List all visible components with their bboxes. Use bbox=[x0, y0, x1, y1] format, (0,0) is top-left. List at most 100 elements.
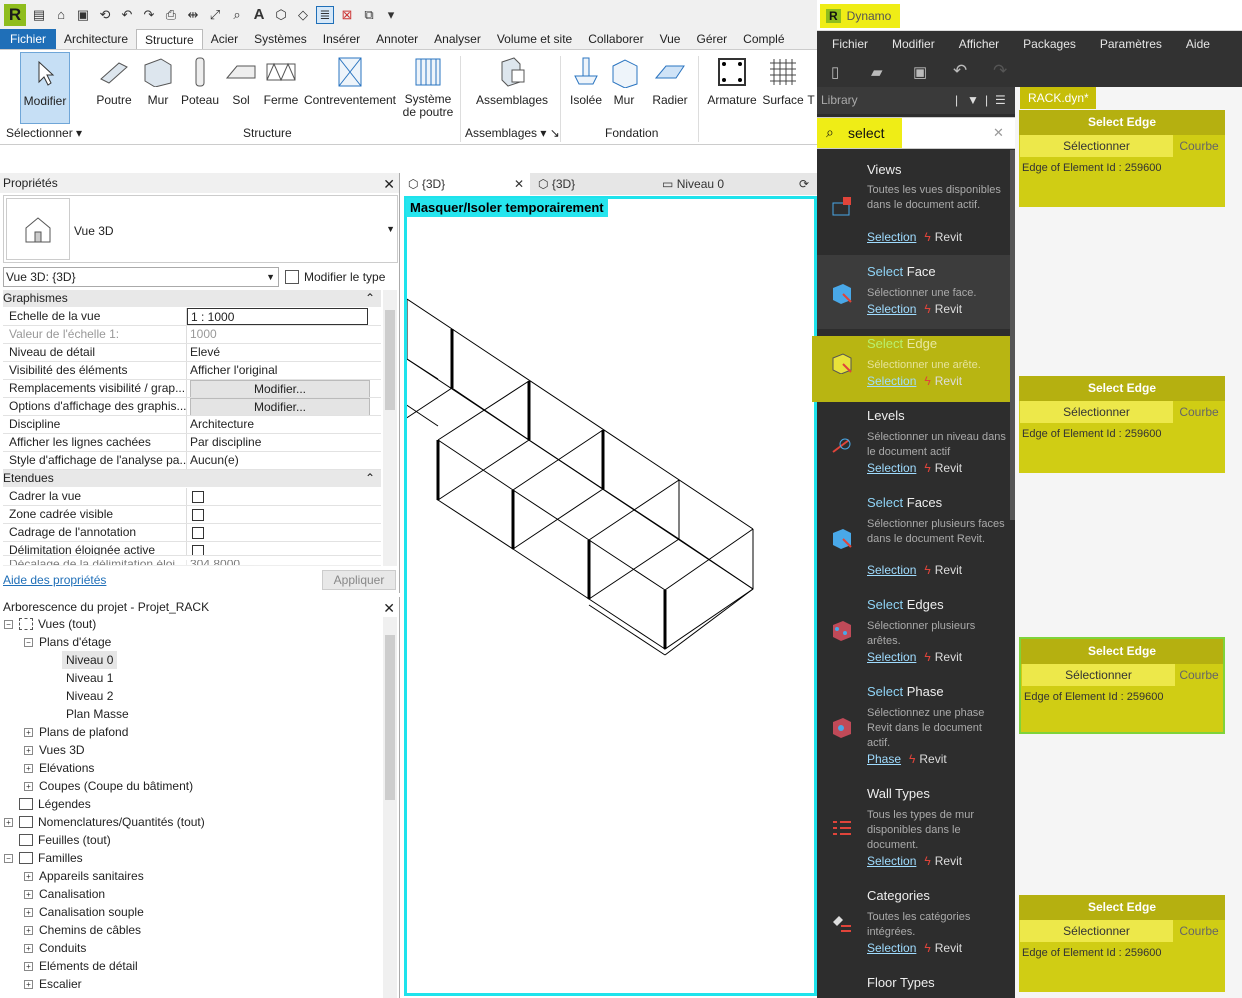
prop-cadrage-annotation[interactable]: Cadrage de l'annotation bbox=[3, 524, 381, 542]
tab-volume-site[interactable]: Volume et site bbox=[489, 29, 580, 49]
sol-button[interactable]: Sol bbox=[224, 52, 258, 107]
node-output-port[interactable]: Courbe bbox=[1175, 664, 1223, 686]
tree-legendes[interactable]: Légendes bbox=[19, 795, 91, 813]
thin-lines-icon[interactable]: ≣ bbox=[316, 5, 334, 24]
prop-echelle[interactable]: Echelle de la vue 1 : 1000 bbox=[3, 308, 381, 326]
tree-nomenclatures[interactable]: + Nomenclatures/Quantités (tout) bbox=[4, 813, 205, 831]
prop-visibilite[interactable]: Visibilité des éléments Afficher l'origin… bbox=[3, 362, 381, 380]
dynamo-menu-afficher[interactable]: Afficher bbox=[945, 37, 999, 51]
tab-vue[interactable]: Vue bbox=[652, 29, 689, 49]
tab-inserer[interactable]: Insérer bbox=[315, 29, 368, 49]
prop-cadrer-vue[interactable]: Cadrer la vue bbox=[3, 488, 381, 506]
category-etendues[interactable]: Etendues ⌃ bbox=[3, 470, 381, 487]
search-input[interactable]: select bbox=[848, 125, 885, 141]
tree-canalisation-souple[interactable]: + Canalisation souple bbox=[24, 903, 144, 921]
scrollbar[interactable] bbox=[383, 290, 397, 566]
node-output-port[interactable]: Courbe bbox=[1173, 920, 1225, 942]
mur-fondation-button[interactable]: Mur bbox=[608, 52, 640, 107]
scrollbar[interactable] bbox=[383, 617, 397, 998]
revit-logo-icon[interactable]: R bbox=[4, 3, 26, 26]
new-file-icon[interactable]: ▯ bbox=[831, 63, 839, 81]
select-edge-node-3[interactable]: Select Edge Sélectionner Courbe Edge of E… bbox=[1019, 637, 1225, 734]
surface-button[interactable]: Surface bbox=[762, 52, 804, 107]
apply-button[interactable]: Appliquer bbox=[322, 570, 396, 590]
modifier-button[interactable]: Modifier bbox=[20, 52, 70, 124]
isolee-button[interactable]: Isolée bbox=[568, 52, 604, 107]
print-icon[interactable]: ⎙ bbox=[162, 6, 180, 24]
tree-elevations[interactable]: + Elévations bbox=[24, 759, 94, 777]
redo-icon[interactable]: ↷ bbox=[993, 61, 1007, 81]
edit-type-button[interactable]: Modifier le type bbox=[285, 267, 385, 287]
prop-remplacements[interactable]: Remplacements visibilité / grap... Modifi… bbox=[3, 380, 381, 398]
tab-systemes[interactable]: Systèmes bbox=[246, 29, 315, 49]
checkbox[interactable] bbox=[192, 491, 204, 503]
menu-icon[interactable]: ▤ bbox=[30, 6, 48, 24]
tree-feuilles[interactable]: Feuilles (tout) bbox=[19, 831, 111, 849]
tab-architecture[interactable]: Architecture bbox=[56, 29, 136, 49]
tree-plan-masse[interactable]: Plan Masse bbox=[66, 705, 129, 723]
close-icon[interactable]: ✕ bbox=[383, 598, 395, 618]
assemblages-button[interactable]: Assemblages bbox=[476, 52, 548, 107]
view-tab-niveau-0[interactable]: ▭ Niveau 0 ⟳ bbox=[656, 173, 817, 195]
tree-vues-3d[interactable]: + Vues 3D bbox=[24, 741, 85, 759]
clear-search-icon[interactable]: ✕ bbox=[993, 125, 1004, 141]
tab-structure[interactable]: Structure bbox=[136, 29, 203, 49]
systeme-poutre-button[interactable]: Système de poutre bbox=[400, 52, 456, 119]
tree-appareils-sanitaires[interactable]: + Appareils sanitaires bbox=[24, 867, 144, 885]
prop-zone-cadree[interactable]: Zone cadrée visible bbox=[3, 506, 381, 524]
dynamo-menu-fichier[interactable]: Fichier bbox=[817, 37, 868, 51]
tree-niveau-1[interactable]: Niveau 1 bbox=[66, 669, 113, 687]
undo-icon[interactable]: ↶ bbox=[953, 61, 967, 81]
tree-escalier[interactable]: + Escalier bbox=[24, 975, 82, 993]
panel-assemblages[interactable]: Assemblages ▾ ↘ bbox=[465, 126, 560, 140]
select-edge-node-2[interactable]: Select Edge Sélectionner Courbe Edge of E… bbox=[1019, 376, 1225, 473]
3d-view-icon[interactable]: ⬡ bbox=[272, 6, 290, 24]
truncated-button[interactable]: T bbox=[806, 52, 816, 107]
tree-plans-etage[interactable]: − Plans d'étage bbox=[24, 633, 111, 651]
tree-niveau-0[interactable]: Niveau 0 bbox=[62, 651, 118, 669]
customize-icon[interactable]: ▾ bbox=[382, 6, 400, 24]
prop-niveau-detail[interactable]: Niveau de détail Elevé bbox=[3, 344, 381, 362]
radier-button[interactable]: Radier bbox=[650, 52, 690, 107]
contreventement-button[interactable]: Contreventement bbox=[303, 52, 397, 107]
redo-icon[interactable]: ↷ bbox=[140, 6, 158, 24]
prop-style-analyse[interactable]: Style d'affichage de l'analyse pa... Aucu… bbox=[3, 452, 381, 470]
save-icon[interactable]: ▣ bbox=[74, 6, 92, 24]
text-icon[interactable]: A bbox=[250, 6, 268, 24]
prop-options-affichage[interactable]: Options d'affichage des graphis... Modifi… bbox=[3, 398, 381, 416]
3d-viewport[interactable] bbox=[404, 196, 817, 996]
view-tab-3d-active[interactable]: ⬡ {3D} ✕ bbox=[400, 173, 530, 195]
poteau-button[interactable]: Poteau bbox=[180, 52, 220, 107]
undo-icon[interactable]: ↶ bbox=[118, 6, 136, 24]
filter-icon[interactable]: ▼ bbox=[967, 87, 979, 114]
close-hidden-icon[interactable]: ⊠ bbox=[338, 6, 356, 24]
node-output-port[interactable]: Courbe bbox=[1173, 135, 1225, 157]
dynamo-menu-parametres[interactable]: Paramètres bbox=[1086, 37, 1162, 51]
dynamo-menu-aide[interactable]: Aide bbox=[1172, 37, 1210, 51]
type-selector[interactable]: Vue 3D ▼ bbox=[3, 195, 398, 263]
tab-fichier[interactable]: Fichier bbox=[0, 29, 57, 49]
view-selector[interactable]: Vue 3D: {3D} ▼ bbox=[3, 267, 279, 287]
poutre-button[interactable]: Poutre bbox=[94, 52, 134, 107]
tab-collaborer[interactable]: Collaborer bbox=[580, 29, 651, 49]
tab-annoter[interactable]: Annoter bbox=[368, 29, 426, 49]
open-folder-icon[interactable]: ▰ bbox=[871, 63, 883, 81]
tree-coupes[interactable]: + Coupes (Coupe du bâtiment) bbox=[24, 777, 193, 795]
list-view-icon[interactable]: ☰ bbox=[995, 87, 1006, 114]
tree-chemins-cables[interactable]: + Chemins de câbles bbox=[24, 921, 141, 939]
tab-acier[interactable]: Acier bbox=[203, 29, 246, 49]
tree-elements-detail[interactable]: + Eléments de détail bbox=[24, 957, 138, 975]
prop-delimitation[interactable]: Délimitation éloignée active bbox=[3, 542, 381, 556]
prop-lignes-cachees[interactable]: Afficher les lignes cachées Par disciplin… bbox=[3, 434, 381, 452]
sync-icon[interactable]: ⟲ bbox=[96, 6, 114, 24]
tab-gerer[interactable]: Gérer bbox=[688, 29, 735, 49]
tree-conduits[interactable]: + Conduits bbox=[24, 939, 86, 957]
ferme-button[interactable]: Ferme bbox=[262, 52, 300, 107]
modifier-options-button[interactable]: Modifier... bbox=[190, 398, 370, 415]
category-graphismes[interactable]: Graphismes ⌃ bbox=[3, 290, 381, 307]
select-edge-node-4[interactable]: Select Edge Sélectionner Courbe Edge of E… bbox=[1019, 895, 1225, 992]
tree-vues[interactable]: − Vues (tout) bbox=[4, 615, 96, 633]
section-icon[interactable]: ◇ bbox=[294, 6, 312, 24]
prop-discipline[interactable]: Discipline Architecture bbox=[3, 416, 381, 434]
checkbox[interactable] bbox=[192, 545, 204, 555]
